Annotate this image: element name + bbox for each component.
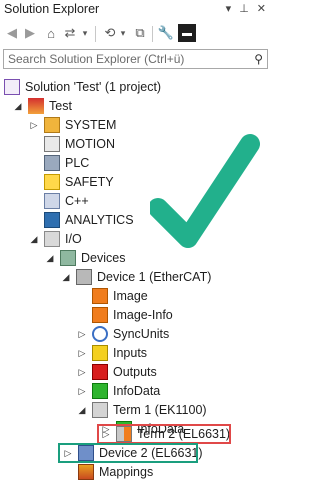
tree-item-image-info[interactable]: Image-Info (92, 305, 173, 325)
properties-icon[interactable]: 🔧 (158, 24, 174, 42)
io-icon (44, 231, 60, 247)
collapse-arrow-icon[interactable]: ◢ (76, 404, 88, 416)
ethercat-device-icon (76, 269, 92, 285)
tree-item-infodata[interactable]: ▷ InfoData (76, 381, 160, 401)
preview-icon[interactable]: ▬ (178, 24, 196, 42)
toolbar: ◀ ▶ ⌂ ⇄ ▾ ⟲ ▾ ⧉ 🔧 ▬ (0, 22, 272, 46)
tree-item-device1[interactable]: ◢ Device 1 (EtherCAT) (60, 267, 211, 287)
toolbar-separator (152, 26, 153, 42)
tree-item-syncunits[interactable]: ▷ SyncUnits (76, 324, 169, 344)
window-options-icon[interactable]: ▾ (226, 2, 232, 15)
tree-item-cpp[interactable]: C++ (44, 191, 89, 211)
back-icon[interactable]: ◀ (4, 24, 20, 42)
sync-icon[interactable]: ⇄ (62, 24, 78, 42)
search-input[interactable]: Search Solution Explorer (Ctrl+ü) (8, 52, 184, 66)
infodata-icon (92, 383, 108, 399)
motion-icon (44, 136, 60, 152)
history-dropdown-icon[interactable]: ▾ (118, 24, 128, 42)
image-info-icon (92, 307, 108, 323)
title-bar-controls[interactable]: ▾ ⊥ ✕ (226, 2, 266, 15)
tree-item-solution[interactable]: Solution 'Test' (1 project) (4, 77, 161, 97)
outputs-icon (92, 364, 108, 380)
analytics-icon (44, 212, 60, 228)
highlight-box-red (97, 424, 231, 444)
tree-item-io[interactable]: ◢ I/O (28, 229, 82, 249)
tree-item-project[interactable]: ◢ Test (12, 96, 72, 116)
devices-icon (60, 250, 76, 266)
tree-item-image[interactable]: Image (92, 286, 148, 306)
terminal-icon (92, 402, 108, 418)
tree-item-analytics[interactable]: ANALYTICS (44, 210, 134, 230)
cpp-icon (44, 193, 60, 209)
highlight-box-green (58, 443, 198, 463)
window-title: Solution Explorer (4, 2, 100, 16)
collapse-arrow-icon[interactable]: ◢ (12, 100, 24, 112)
plc-icon (44, 155, 60, 171)
mappings-icon (78, 464, 94, 480)
safety-icon (44, 174, 60, 190)
syncunits-icon (92, 326, 108, 342)
inputs-icon (92, 345, 108, 361)
image-icon (92, 288, 108, 304)
tree-item-motion[interactable]: MOTION (44, 134, 115, 154)
forward-icon[interactable]: ▶ (22, 24, 38, 42)
collapse-arrow-icon[interactable]: ◢ (60, 271, 72, 283)
pin-icon[interactable]: ⊥ (239, 2, 249, 15)
checkmark-icon (150, 134, 260, 248)
search-icon[interactable]: ⚲ (254, 52, 263, 66)
sync-dropdown-icon[interactable]: ▾ (80, 24, 90, 42)
expand-arrow-icon[interactable]: ▷ (28, 119, 40, 131)
collapse-icon[interactable]: ⧉ (132, 24, 148, 42)
expand-arrow-icon[interactable]: ▷ (76, 328, 88, 340)
expand-arrow-icon[interactable]: ▷ (76, 366, 88, 378)
search-box[interactable]: Search Solution Explorer (Ctrl+ü) ⚲ (3, 49, 268, 69)
home-icon[interactable]: ⌂ (42, 24, 60, 42)
title-bar: Solution Explorer ▾ ⊥ ✕ (0, 0, 272, 20)
tree-item-outputs[interactable]: ▷ Outputs (76, 362, 157, 382)
tree-item-devices[interactable]: ◢ Devices (44, 248, 125, 268)
expand-arrow-icon[interactable]: ▷ (76, 385, 88, 397)
project-icon (28, 98, 44, 114)
tree-item-mappings[interactable]: Mappings (62, 462, 153, 482)
system-icon (44, 117, 60, 133)
collapse-arrow-icon[interactable]: ◢ (28, 233, 40, 245)
tree-item-system[interactable]: ▷ SYSTEM (28, 115, 116, 135)
toolbar-separator (95, 26, 96, 42)
close-icon[interactable]: ✕ (257, 2, 266, 15)
solution-icon (4, 79, 20, 95)
expand-arrow-icon[interactable]: ▷ (76, 347, 88, 359)
tree-item-plc[interactable]: PLC (44, 153, 89, 173)
collapse-arrow-icon[interactable]: ◢ (44, 252, 56, 264)
tree-item-safety[interactable]: SAFETY (44, 172, 114, 192)
history-icon[interactable]: ⟲ (102, 24, 118, 42)
tree-item-inputs[interactable]: ▷ Inputs (76, 343, 147, 363)
tree-item-term1[interactable]: ◢ Term 1 (EK1100) (76, 400, 207, 420)
